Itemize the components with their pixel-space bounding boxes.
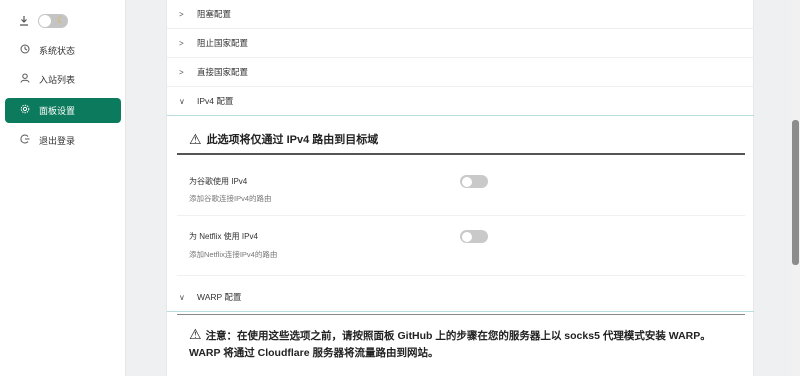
section-title: 阻塞配置 xyxy=(197,9,232,19)
collapse-ipv4-config[interactable]: ∨ IPv4 配置 xyxy=(167,87,754,116)
switch-knob xyxy=(461,231,472,242)
logout-icon xyxy=(19,134,31,147)
chevron-right-icon: > xyxy=(179,38,184,48)
sidebar-item-status[interactable]: 系统状态 xyxy=(5,38,121,63)
collapse-block-config[interactable]: > 阻塞配置 xyxy=(167,0,754,29)
sidebar-item-settings[interactable]: 面板设置 xyxy=(5,98,121,123)
collapse-warp-config[interactable]: ∨ WARP 配置 xyxy=(167,283,754,312)
setting-description: 添加谷歌连接IPv4的路由 xyxy=(189,194,272,203)
theme-toggle[interactable]: ☾ xyxy=(38,14,68,28)
section-title: IPv4 配置 xyxy=(197,96,234,106)
ipv4-warning-text: 此选项将仅通过 IPv4 路由到目标域 xyxy=(206,134,379,146)
sidebar-item-label: 面板设置 xyxy=(39,106,76,116)
setting-netflix-ipv4: 为 Netflix 使用 IPv4 添加Netflix连接IPv4的路由 xyxy=(177,216,745,276)
netflix-ipv4-switch[interactable] xyxy=(460,230,488,243)
section-title: 阻止国家配置 xyxy=(197,38,249,48)
warp-warning: ⚠ 注意：在使用这些选项之前，请按照面板 GitHub 上的步骤在您的服务器上以 … xyxy=(189,326,729,362)
settings-panel: > 阻塞配置 > 阻止国家配置 > 直接国家配置 ∨ IPv4 配置 ⚠ 此选项… xyxy=(166,0,754,376)
section-title: WARP 配置 xyxy=(197,292,242,302)
warning-icon: ⚠ xyxy=(189,326,202,342)
gear-icon xyxy=(19,104,31,117)
page-scrollbar[interactable] xyxy=(791,0,800,376)
warning-icon: ⚠ xyxy=(189,131,202,147)
theme-switch-row: ☾ xyxy=(18,12,68,30)
sidebar-item-inbounds[interactable]: 入站列表 xyxy=(5,67,121,92)
chevron-right-icon: > xyxy=(179,67,184,77)
theme-icon xyxy=(18,15,30,27)
setting-label: 为 Netflix 使用 IPv4 xyxy=(189,232,258,241)
collapse-block-country-config[interactable]: > 阻止国家配置 xyxy=(167,29,754,58)
setting-description: 添加Netflix连接IPv4的路由 xyxy=(189,250,278,259)
dashboard-icon xyxy=(19,44,31,57)
user-icon xyxy=(19,73,31,86)
warp-warning-text: 注意：在使用这些选项之前，请按照面板 GitHub 上的步骤在您的服务器上以 s… xyxy=(189,330,711,359)
section-title: 直接国家配置 xyxy=(197,67,249,77)
sidebar: ☾ 系统状态 入站列表 面板设置 退出登录 xyxy=(0,0,126,376)
toggle-knob xyxy=(39,15,51,27)
chevron-down-icon: ∨ xyxy=(179,96,185,106)
switch-knob xyxy=(461,176,472,187)
scrollbar-thumb[interactable] xyxy=(792,120,799,265)
sidebar-item-logout[interactable]: 退出登录 xyxy=(5,128,121,153)
sidebar-item-label: 退出登录 xyxy=(39,136,76,146)
chevron-right-icon: > xyxy=(179,9,184,19)
setting-google-ipv4: 为谷歌使用 IPv4 添加谷歌连接IPv4的路由 xyxy=(177,160,745,216)
google-ipv4-switch[interactable] xyxy=(460,175,488,188)
divider xyxy=(177,153,745,155)
collapse-direct-country-config[interactable]: > 直接国家配置 xyxy=(167,58,754,87)
ipv4-warning: ⚠ 此选项将仅通过 IPv4 路由到目标域 xyxy=(189,131,378,149)
sidebar-item-label: 系统状态 xyxy=(39,46,76,56)
moon-icon: ☾ xyxy=(56,15,65,25)
sidebar-item-label: 入站列表 xyxy=(39,75,76,85)
divider xyxy=(177,314,745,315)
setting-label: 为谷歌使用 IPv4 xyxy=(189,177,248,186)
chevron-down-icon: ∨ xyxy=(179,292,185,302)
